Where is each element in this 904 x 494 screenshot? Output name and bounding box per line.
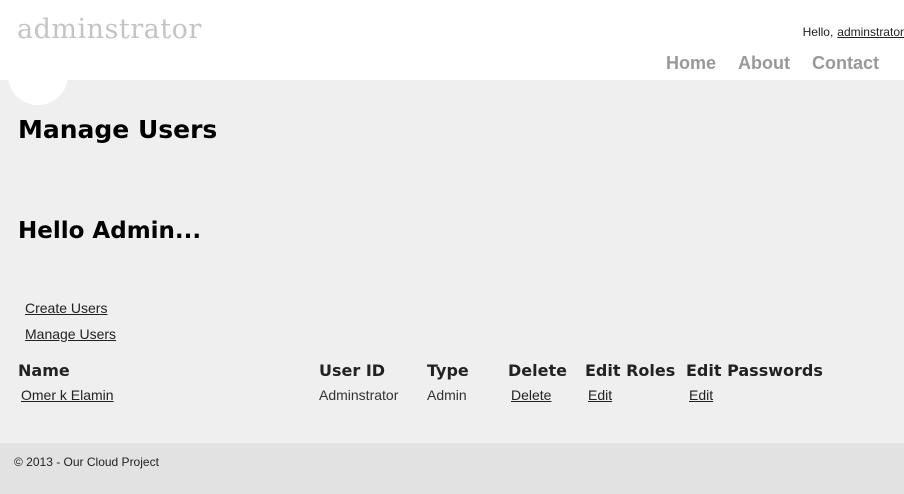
page-title: Manage Users [18,115,218,144]
create-users-link[interactable]: Create Users [25,300,107,316]
user-name-link[interactable]: Omer k Elamin [21,387,114,403]
nav-about[interactable]: About [738,53,790,73]
edit-password-link[interactable]: Edit [689,387,713,403]
user-id-cell: Adminstrator [319,387,399,403]
col-header-delete: Delete [508,361,567,380]
site-footer: © 2013 - Our Cloud Project [0,443,904,494]
user-greeting: Hello, adminstrator [803,25,904,39]
user-type-cell: Admin [427,387,467,403]
col-header-type: Type [427,361,469,380]
main-nav: Home About Contact [644,53,879,74]
copyright-text: © 2013 - Our Cloud Project [14,455,159,469]
site-logo[interactable]: adminstrator [17,14,202,45]
delete-user-link[interactable]: Delete [511,387,551,403]
nav-contact[interactable]: Contact [812,53,879,73]
page-subtitle: Hello Admin... [18,218,202,244]
decorative-circle [8,45,68,105]
edit-roles-link[interactable]: Edit [588,387,612,403]
greeting-label: Hello, [802,25,834,39]
username-link[interactable]: adminstrator [837,25,904,39]
col-header-edit-passwords: Edit Passwords [686,361,823,380]
col-header-user-id: User ID [319,361,386,380]
site-header: adminstrator Hello, adminstrator Home Abou… [0,0,904,80]
manage-users-link[interactable]: Manage Users [25,326,116,342]
col-header-name: Name [18,361,70,380]
nav-home[interactable]: Home [666,53,716,73]
col-header-edit-roles: Edit Roles [585,361,676,380]
